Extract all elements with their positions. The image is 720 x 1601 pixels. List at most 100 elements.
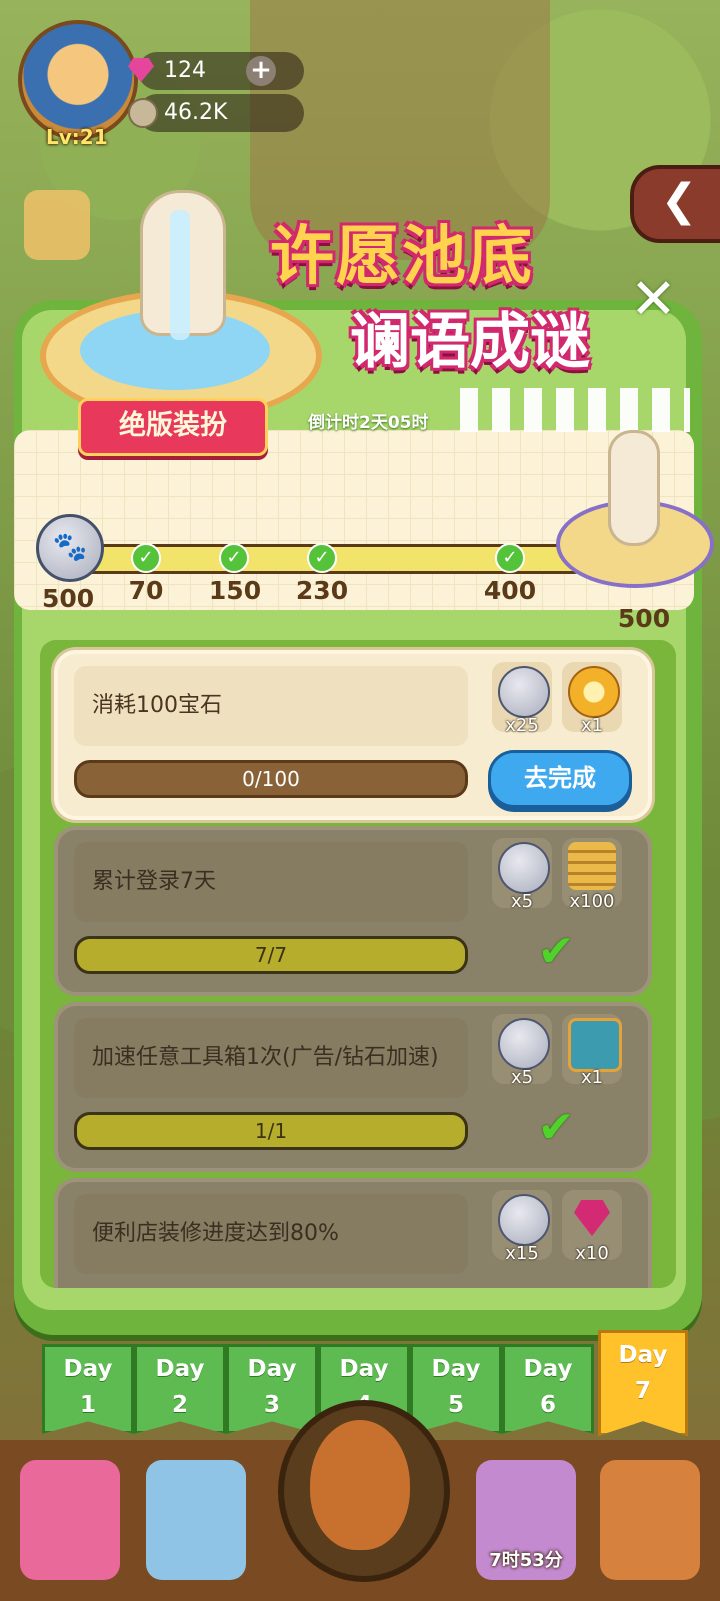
day-tab-word: Day [523,1356,573,1382]
completed-check-icon: ✔ [537,926,575,977]
reward-item: x100 [562,838,622,912]
task-progress-text: 7/7 [254,943,288,967]
reward-item: x15 [492,1190,552,1264]
task-name: 加速任意工具箱1次(广告/钻石加速) [92,1045,439,1070]
reward-item: x5 [492,1014,552,1088]
reward-item: x25 [492,662,552,736]
day-tab-5[interactable]: Day 5 [410,1344,502,1434]
task-card: 加速任意工具箱1次(广告/钻石加速) 1/1 x5 x1 ✔ [54,1002,652,1172]
task-progress-bar: 1/1 [74,1112,468,1150]
day-tab-word: Day [618,1342,668,1368]
reward-count: x10 [575,1243,609,1264]
paw-coin-icon [498,842,550,894]
task-name-box: 消耗100宝石 [74,666,468,746]
task-card: 消耗100宝石 0/100 x25 x1 去完成 [54,650,652,820]
gem-pile-icon [568,1194,616,1242]
task-list[interactable]: 消耗100宝石 0/100 x25 x1 去完成 累计登录7天 7/7 x5 x… [40,640,676,1288]
task-card: 累计登录7天 7/7 x5 x100 ✔ [54,826,652,996]
reward-item: x1 [562,1014,622,1088]
medal-icon [568,666,620,718]
day-tab-word: Day [155,1356,205,1382]
paw-coin-icon: 🐾 [36,514,104,582]
task-progress-text: 1/1 [254,1119,288,1143]
reward-count: x25 [505,715,539,736]
milestone-label: 500 [617,604,671,633]
toolbox-chest-icon [568,1018,622,1072]
add-gems-button[interactable]: + [246,56,276,86]
milestone-check-icon: ✓ [307,543,337,573]
task-progress-bar: 7/7 [74,936,468,974]
day-tab-word: Day [247,1356,297,1382]
reward-count: x15 [505,1243,539,1264]
milestone-check-icon: ✓ [131,543,161,573]
acorn-icon [310,1420,410,1550]
cat-statue [608,430,660,546]
day-tab-word: Day [431,1356,481,1382]
reward-count: x1 [580,715,604,736]
task-progress-text: 0/100 [242,767,300,791]
house-icon[interactable] [600,1460,700,1580]
countdown-timer: 倒计时2天05时 [308,413,429,433]
fence-decoration [460,388,690,432]
reward-item: x10 [562,1190,622,1264]
day-tab-number: 3 [263,1392,280,1418]
event-title-line2: 谰语成谜 [350,307,590,377]
day-tab-word: Day [339,1356,389,1382]
task-name: 累计登录7天 [92,869,216,894]
task-progress-bar: 0/100 [74,760,468,798]
acorn-coin-icon [128,98,158,128]
milestone-label: 70 [128,576,164,605]
milestone-label: 230 [295,576,349,605]
task-name-box: 加速任意工具箱1次(广告/钻石加速) [74,1018,468,1098]
milestone-label: 150 [208,576,262,605]
gem-counter: 124 [138,52,304,90]
paw-coin-icon [498,666,550,718]
task-name: 消耗100宝石 [92,693,222,718]
shop-icon[interactable] [20,1460,120,1580]
day-tab-number: 5 [447,1392,464,1418]
day-tab-7[interactable]: Day 7 [598,1330,688,1436]
day-tab-number: 1 [79,1392,96,1418]
player-avatar[interactable] [18,20,138,140]
completed-check-icon: ✔ [537,1102,575,1153]
exclusive-outfit-badge: 绝版装扮 [78,398,268,456]
task-name-box: 累计登录7天 [74,842,468,922]
go-complete-button[interactable]: 去完成 [488,750,632,808]
coin-count: 46.2K [164,100,228,125]
day-tab-word: Day [63,1356,113,1382]
day-tab-2[interactable]: Day 2 [134,1344,226,1434]
water-jet [170,210,190,340]
day-tab-3[interactable]: Day 3 [226,1344,318,1434]
paw-coin-icon [498,1018,550,1070]
gem-count: 124 [164,58,206,83]
reward-count: x5 [510,1067,534,1088]
task-name-box: 便利店装修进度达到80% [74,1194,468,1274]
task-card: 便利店装修进度达到80% x15 x10 [54,1178,652,1288]
paw-coin-icon [498,1194,550,1246]
notice-board-icon[interactable] [146,1460,246,1580]
reward-count: x5 [510,891,534,912]
coin-stack-icon [568,842,616,890]
event-title-line1: 许愿池底 [270,220,534,294]
milestone-check-icon: ✓ [219,543,249,573]
player-level: Lv:21 [46,125,108,149]
day-tab-1[interactable]: Day 1 [42,1344,134,1434]
milestone-check-icon: ✓ [495,543,525,573]
milestone-label: 400 [483,576,537,605]
final-reward-fountain[interactable] [556,430,714,590]
day-tab-number: 7 [634,1378,651,1404]
reward-count: x1 [580,1067,604,1088]
task-name: 便利店装修进度达到80% [92,1221,339,1246]
event-title: 许愿池底 谰语成谜 [270,205,650,377]
close-button[interactable]: ✕ [630,272,677,328]
reward-item: x1 [562,662,622,736]
coin-counter: 46.2K [138,94,304,132]
paw-icon: 🐾 [52,530,88,563]
reward-count: x100 [569,891,615,912]
day-tab-6[interactable]: Day 6 [502,1344,594,1434]
day-tab-number: 6 [539,1392,556,1418]
reward-item: x5 [492,838,552,912]
day-tab-number: 2 [171,1392,188,1418]
tree-timer: 7时53分 [489,1550,563,1571]
current-points: 500 [42,584,95,613]
